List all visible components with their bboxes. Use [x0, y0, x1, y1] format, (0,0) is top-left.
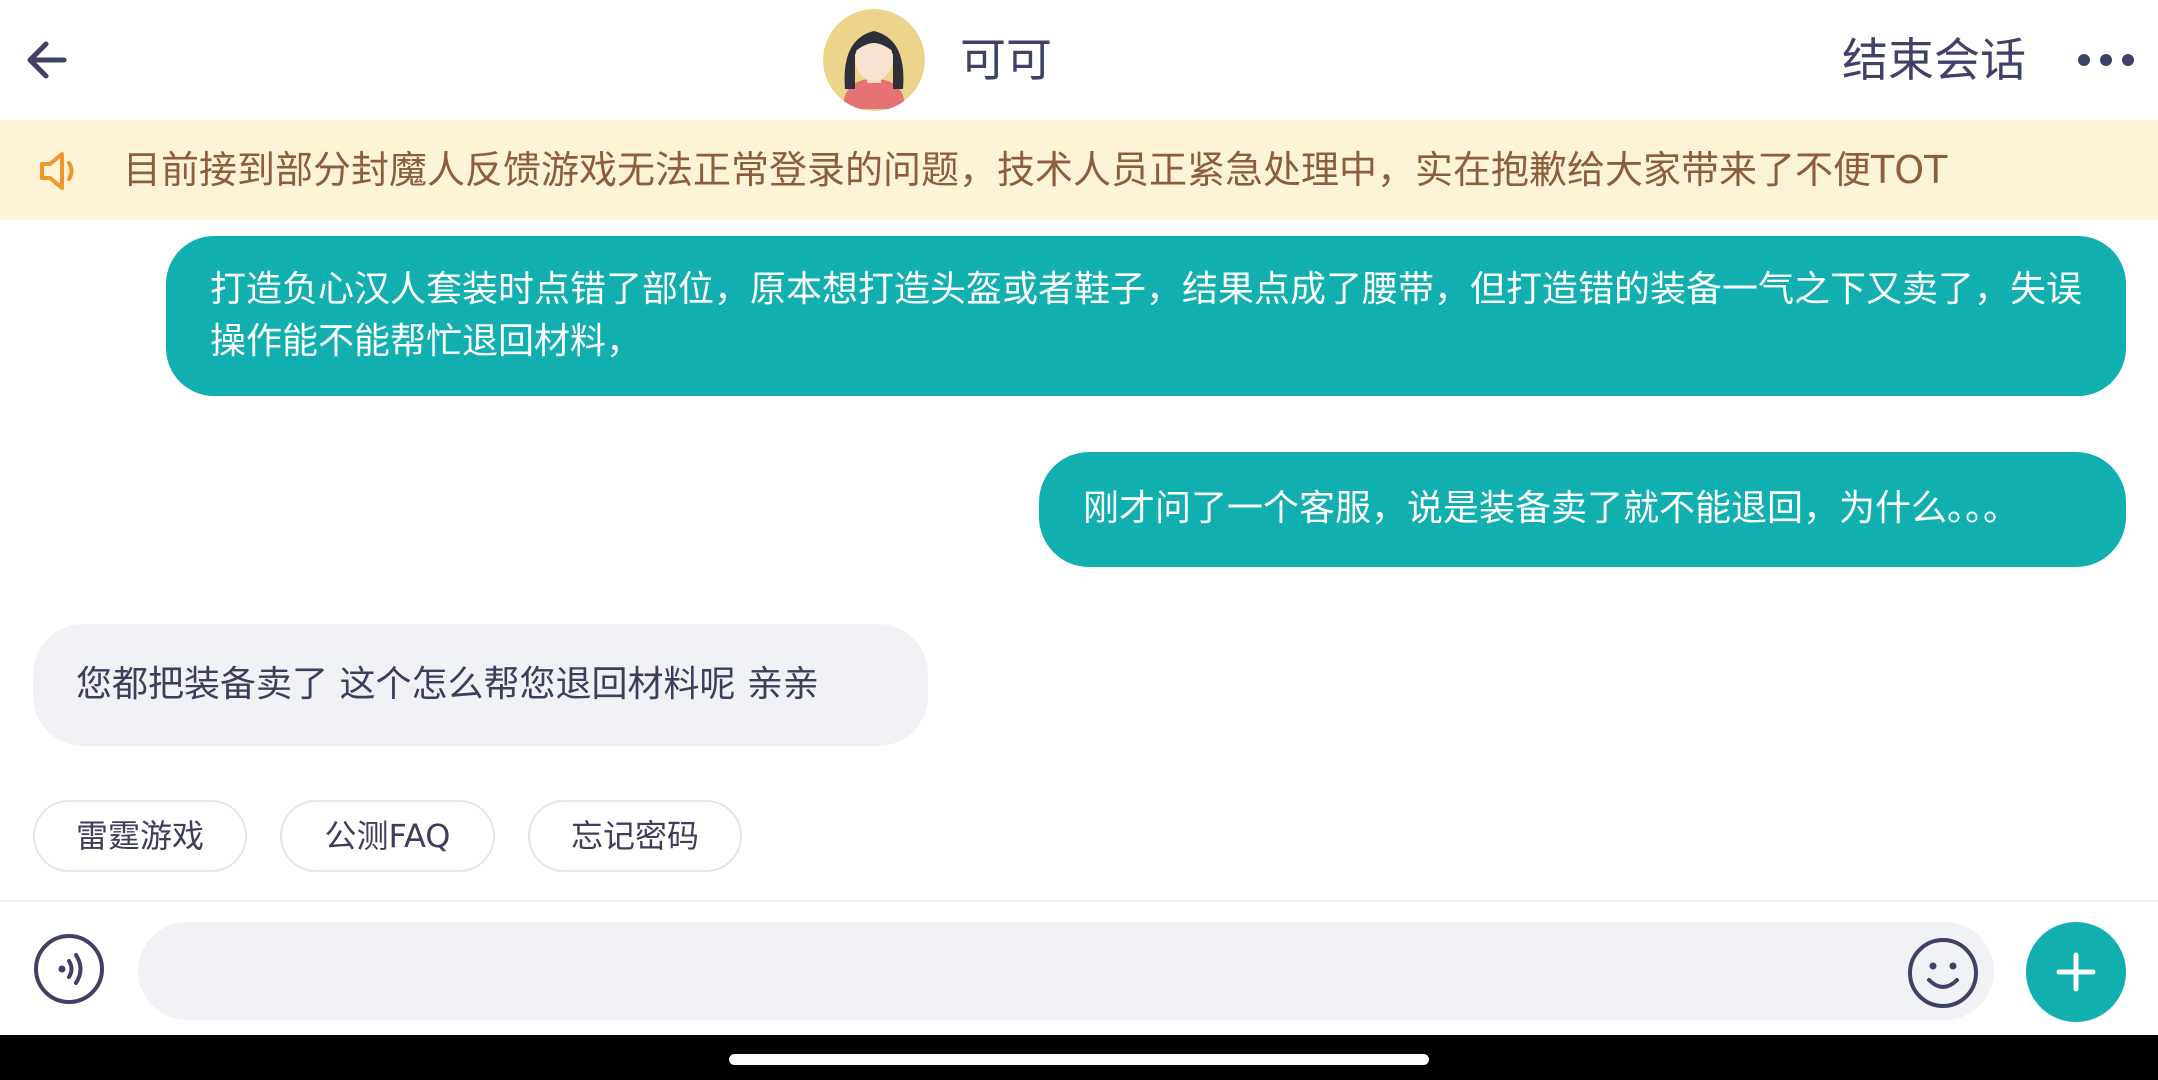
user-message[interactable]: 刚才问了一个客服，说是装备卖了就不能退回，为什么。。。 [1039, 452, 2126, 567]
voice-button[interactable] [32, 932, 106, 1006]
emoji-icon [1908, 938, 1978, 1008]
speaker-icon [40, 152, 74, 190]
quick-reply-chip[interactable]: 忘记密码 [528, 800, 742, 872]
quick-reply-chip[interactable]: 雷霆游戏 [33, 800, 247, 872]
emoji-button[interactable] [1906, 936, 1980, 1010]
end-session-button[interactable]: 结束会话 [1842, 30, 2026, 90]
plus-icon [2056, 952, 2096, 992]
chat-header: 可可 结束会话 [0, 0, 2158, 120]
home-indicator[interactable] [729, 1054, 1429, 1065]
arrow-left-icon [27, 41, 67, 79]
notice-text: 目前接到部分封魔人反馈游戏无法正常登录的问题，技术人员正紧急处理中，实在抱歉给大… [123, 148, 1948, 192]
agent-avatar-icon [823, 9, 925, 111]
voice-icon [34, 934, 104, 1004]
add-button[interactable] [2026, 922, 2126, 1022]
user-message[interactable]: 打造负心汉人套装时点错了部位，原本想打造头盔或者鞋子，结果点成了腰带，但打造错的… [166, 236, 2126, 396]
home-indicator-area [0, 1035, 2158, 1080]
agent-name: 可可 [960, 33, 1052, 87]
agent-avatar[interactable] [823, 9, 925, 111]
speaker-icon-wrap [36, 146, 86, 196]
more-dots-icon [2078, 54, 2134, 66]
notice-banner[interactable]: 目前接到部分封魔人反馈游戏无法正常登录的问题，技术人员正紧急处理中，实在抱歉给大… [0, 120, 2158, 220]
input-bar [0, 900, 2158, 1037]
quick-reply-chip[interactable]: 公测FAQ [280, 800, 495, 872]
more-button[interactable] [2074, 42, 2138, 78]
back-button[interactable] [20, 30, 76, 86]
agent-message[interactable]: 您都把装备卖了 这个怎么帮您退回材料呢 亲亲 [33, 624, 928, 746]
message-input[interactable] [138, 922, 1994, 1020]
